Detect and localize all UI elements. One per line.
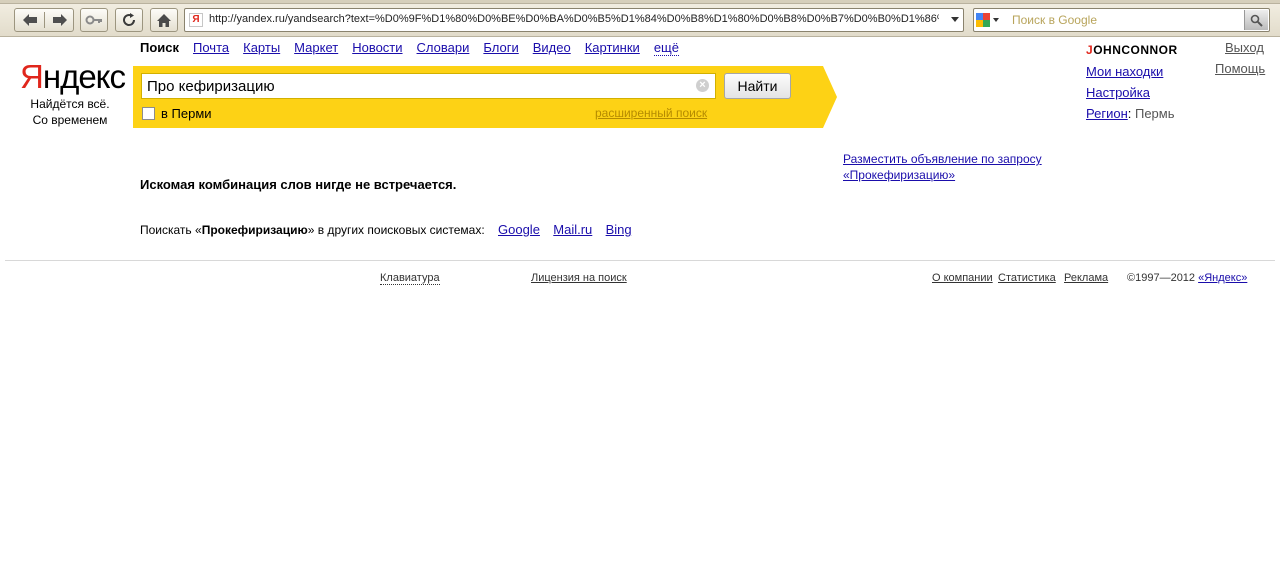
forward-arrow-icon [52,14,67,26]
service-video[interactable]: Видео [533,40,571,56]
browser-toolbar: Я http://yandex.ru/yandsearch?text=%D0%9… [0,0,1280,37]
home-button[interactable] [150,8,178,32]
copyright-yandex-link[interactable]: «Яндекс» [1198,272,1247,284]
username[interactable]: JOHNCONNOR [1086,40,1178,61]
magnifier-icon [1250,14,1263,27]
browser-search-box[interactable]: Поиск в Google [973,8,1270,32]
reload-button[interactable] [115,8,143,32]
forward-button[interactable] [45,9,74,31]
exit-link[interactable]: Выход [1225,40,1264,55]
service-maps[interactable]: Карты [243,40,280,56]
service-images[interactable]: Картинки [585,40,640,56]
reload-icon [123,13,136,26]
region-row: Регион: Пермь [1086,103,1178,124]
my-finds-link[interactable]: Мои находки [1086,61,1178,82]
footer-divider [5,260,1275,261]
url-dropdown-icon[interactable] [951,17,959,22]
service-blogs[interactable]: Блоги [483,40,518,56]
service-news[interactable]: Новости [352,40,402,56]
logo-first-letter: Я [20,58,44,95]
browser-search-go-button[interactable] [1244,10,1268,30]
help-link[interactable]: Помощь [1215,61,1265,76]
engine-google-link[interactable]: Google [498,222,540,237]
region-link[interactable]: Регион [1086,106,1128,121]
services-nav: Поиск Почта Карты Маркет Новости Словари… [140,40,679,56]
logo-tagline-2: Со временем [32,113,108,127]
region-name: Пермь [1134,106,1175,121]
footer-company-link[interactable]: О компании [932,272,993,284]
advanced-search-link[interactable]: расширенный поиск [595,106,707,120]
address-bar[interactable]: Я http://yandex.ru/yandsearch?text=%D0%9… [184,8,964,32]
service-dictionaries[interactable]: Словари [417,40,470,56]
back-forward-group [14,8,74,32]
search-input[interactable] [141,73,716,99]
engine-dropdown-icon [993,18,999,22]
other-engines-row: Поискать «Прокефиризацию» в других поиск… [140,222,632,237]
logo-rest: ндекс [42,58,126,95]
back-button[interactable] [15,9,44,31]
other-engines-prefix: Поискать « [140,223,202,237]
settings-link[interactable]: Настройка [1086,82,1178,103]
browser-search-placeholder[interactable]: Поиск в Google [1012,13,1097,27]
engine-mailru-link[interactable]: Mail.ru [553,222,592,237]
service-search: Поиск [140,40,180,55]
service-mail[interactable]: Почта [193,40,229,56]
yandex-favicon-icon: Я [189,13,203,27]
logo-tagline-1: Найдётся всё. [30,97,110,111]
service-more[interactable]: ещё [653,40,679,56]
other-engines-suffix: » в других поисковых системах: [307,223,485,237]
footer-copyright: ©1997—2012 «Яндекс» [1127,272,1247,284]
username-rest: OHNCONNOR [1093,43,1178,57]
place-ad-link[interactable]: Разместить объявление по запросу «Прокеф… [843,151,1073,183]
other-engines-query: Прокефиризацию [201,223,308,237]
service-market[interactable]: Маркет [294,40,338,56]
google-icon [976,13,990,27]
footer-license-link[interactable]: Лицензия на поиск [531,272,627,284]
logo-wordmark[interactable]: Яндекс [20,58,126,96]
find-button[interactable]: Найти [724,73,791,99]
url-text[interactable]: http://yandex.ru/yandsearch?text=%D0%9F%… [209,13,939,25]
region-checkbox[interactable] [142,107,155,120]
back-arrow-icon [22,14,37,26]
region-colon: : [1127,106,1135,121]
not-found-message: Искомая комбинация слов нигде не встреча… [140,177,457,192]
footer-keyboard-link[interactable]: Клавиатура [380,272,440,285]
region-checkbox-label[interactable]: в Перми [161,106,212,121]
search-engine-selector[interactable] [976,11,1008,29]
copyright-text: ©1997—2012 [1127,272,1196,284]
tab-strip [0,0,1280,4]
clear-icon[interactable]: × [696,79,709,92]
footer-stats-link[interactable]: Статистика [998,272,1056,284]
engine-bing-link[interactable]: Bing [606,222,632,237]
footer-ads-link[interactable]: Реклама [1064,272,1108,284]
key-icon [85,15,102,25]
yandex-logo[interactable]: Яндекс Найдётся всё. Со временем [20,58,126,128]
user-panel: JOHNCONNOR Мои находки Настройка Регион:… [1086,40,1178,124]
key-button[interactable] [80,8,108,32]
home-icon [157,13,171,27]
